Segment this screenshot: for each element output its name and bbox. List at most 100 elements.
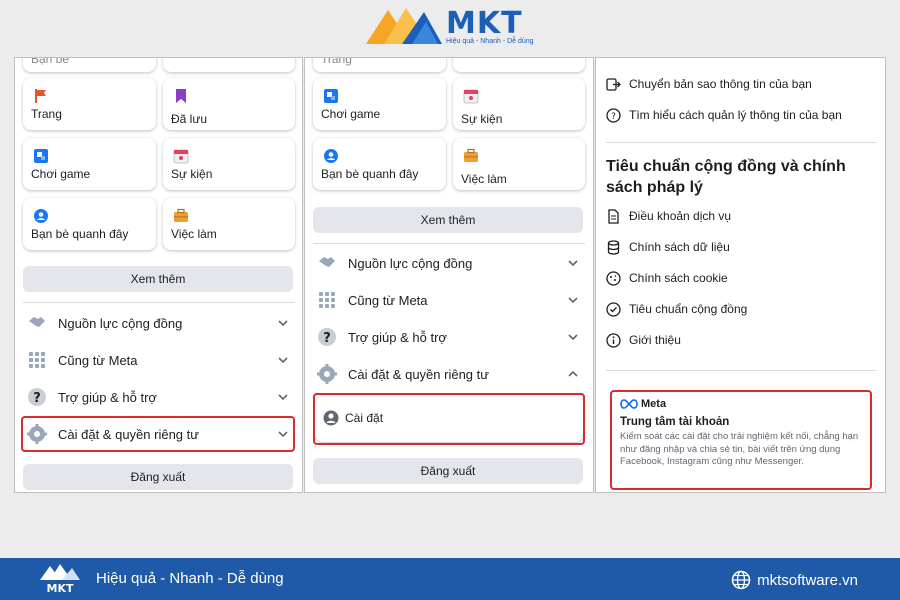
meta-logo-text: Meta bbox=[641, 398, 667, 410]
menu-also-from-meta[interactable]: Cũng từ Meta bbox=[317, 283, 585, 317]
svg-text:?: ? bbox=[611, 112, 616, 122]
card-label: Bạn bè quanh đây bbox=[321, 167, 419, 181]
item-learn-manage-info[interactable]: ? Tìm hiểu cách quản lý thông tin của bạ… bbox=[606, 104, 842, 126]
shortcut-card-events[interactable]: Sự kiện bbox=[453, 78, 585, 130]
meta-infinity-icon bbox=[620, 399, 638, 409]
question-icon: ? bbox=[606, 107, 621, 123]
menu-community-resources[interactable]: Nguồn lực cộng đồng bbox=[317, 246, 585, 280]
shortcut-card-gaming[interactable]: Chơi game bbox=[23, 138, 156, 190]
menu-label: Trợ giúp & hỗ trợ bbox=[58, 389, 157, 405]
card-label: Bạn bè bbox=[31, 57, 70, 66]
menu-help-support[interactable]: ? Trợ giúp & hỗ trợ bbox=[317, 320, 585, 354]
chevron-down-icon bbox=[568, 297, 578, 304]
game-icon bbox=[34, 149, 48, 163]
chevron-up-icon bbox=[568, 370, 578, 377]
check-circle-icon bbox=[606, 301, 621, 317]
accounts-center-description: Kiểm soát các cài đặt cho trải nghiệm kế… bbox=[620, 431, 859, 467]
menu-label: Cài đặt & quyền riêng tư bbox=[348, 366, 489, 382]
item-label: Tìm hiểu cách quản lý thông tin của bạn bbox=[629, 108, 842, 122]
menu-also-from-meta[interactable]: Cũng từ Meta bbox=[27, 343, 295, 377]
calendar-icon bbox=[173, 149, 189, 164]
card-label: Sự kiện bbox=[461, 112, 503, 126]
highlight-settings-item bbox=[313, 393, 585, 445]
accounts-center-title: Trung tâm tài khoản bbox=[620, 416, 730, 428]
brand-sub: Hiệu quả - Nhanh - Dễ dùng bbox=[446, 38, 534, 45]
chevron-down-icon bbox=[568, 334, 578, 341]
grid-icon bbox=[317, 290, 337, 310]
menu-label: Cũng từ Meta bbox=[348, 292, 428, 308]
footer-website-text: mktsoftware.vn bbox=[757, 571, 858, 589]
bookmark-icon bbox=[176, 89, 186, 103]
card-label: Việc làm bbox=[461, 172, 507, 186]
mkt-logo-mark-icon bbox=[366, 8, 442, 44]
game-icon bbox=[324, 89, 338, 103]
menu-label: Cũng từ Meta bbox=[58, 352, 138, 368]
shortcut-card-saved[interactable]: Đã lưu bbox=[163, 78, 295, 130]
item-data-policy[interactable]: Chính sách dữ liệu bbox=[606, 236, 730, 258]
chevron-down-icon bbox=[568, 260, 578, 267]
logout-button[interactable]: Đăng xuất bbox=[23, 464, 293, 490]
menu-label: Trợ giúp & hỗ trợ bbox=[348, 329, 447, 345]
highlight-settings-privacy bbox=[21, 416, 295, 452]
card-label: Trang bbox=[31, 107, 62, 121]
logout-button[interactable]: Đăng xuất bbox=[313, 458, 583, 484]
item-transfer-info[interactable]: Chuyển bản sao thông tin của bạn bbox=[606, 73, 812, 95]
see-more-button[interactable]: Xem thêm bbox=[23, 266, 293, 292]
globe-icon bbox=[731, 570, 751, 590]
svg-text:?: ? bbox=[33, 391, 41, 406]
shortcut-card-pages-partial[interactable]: Trang bbox=[313, 57, 446, 72]
brand-name: MKT bbox=[446, 6, 523, 41]
gear-icon bbox=[317, 364, 337, 384]
card-top-partial[interactable]: Bạn bè bbox=[23, 57, 156, 72]
footer-bar: MKT Hiệu quả - Nhanh - Dễ dùng mktsoftwa… bbox=[0, 558, 900, 600]
panel-menu-expanded: Trang Chơi game Sự kiện Bạn bè quanh đây… bbox=[304, 57, 594, 493]
mkt-footer-logo-icon: MKT bbox=[40, 564, 80, 595]
shortcut-card-nearby-friends[interactable]: Bạn bè quanh đây bbox=[313, 138, 446, 190]
shortcut-card-events[interactable]: Sự kiện bbox=[163, 138, 295, 190]
card-top-partial-2[interactable] bbox=[453, 58, 585, 72]
item-cookie-policy[interactable]: Chính sách cookie bbox=[606, 267, 728, 289]
calendar-icon bbox=[463, 89, 479, 104]
card-label: Chơi game bbox=[321, 107, 381, 121]
shortcut-card-nearby-friends[interactable]: Bạn bè quanh đây bbox=[23, 198, 156, 250]
menu-community-resources[interactable]: Nguồn lực cộng đồng bbox=[27, 306, 295, 340]
see-more-button[interactable]: Xem thêm bbox=[313, 207, 583, 233]
handshake-icon bbox=[317, 253, 337, 273]
location-icon bbox=[324, 149, 338, 163]
footer-logo-text: MKT bbox=[47, 582, 74, 595]
shortcut-card-pages[interactable]: Trang bbox=[23, 78, 156, 130]
item-label: Chính sách cookie bbox=[629, 271, 728, 285]
document-icon bbox=[606, 208, 621, 224]
briefcase-icon bbox=[174, 208, 188, 222]
item-terms-of-service[interactable]: Điều khoản dịch vụ bbox=[606, 205, 731, 227]
mkt-logo: MKT Hiệu quả - Nhanh - Dễ dùng bbox=[362, 4, 562, 50]
shortcut-card-gaming[interactable]: Chơi game bbox=[313, 78, 446, 130]
chevron-down-icon bbox=[278, 320, 288, 327]
item-about[interactable]: Giới thiệu bbox=[606, 329, 681, 351]
item-label: Tiêu chuẩn cộng đồng bbox=[629, 302, 748, 316]
briefcase-icon bbox=[464, 148, 478, 162]
card-label: Việc làm bbox=[171, 227, 217, 241]
handshake-icon bbox=[27, 313, 47, 333]
svg-text:?: ? bbox=[323, 331, 331, 346]
menu-settings-privacy[interactable]: Cài đặt & quyền riêng tư bbox=[317, 357, 585, 391]
item-community-standards[interactable]: Tiêu chuẩn cộng đồng bbox=[606, 298, 747, 320]
panel-settings-page: Chuyển bản sao thông tin của bạn ? Tìm h… bbox=[595, 57, 886, 493]
section-title: Tiêu chuẩn cộng đồng và chính sách pháp … bbox=[606, 158, 846, 196]
shortcut-card-jobs[interactable]: Việc làm bbox=[163, 198, 295, 250]
card-label: Sự kiện bbox=[171, 167, 213, 181]
card-label: Đã lưu bbox=[171, 112, 208, 126]
chevron-down-icon bbox=[278, 357, 288, 364]
footer-website-link[interactable]: mktsoftware.vn bbox=[731, 570, 858, 590]
help-icon: ? bbox=[27, 387, 47, 407]
flag-icon bbox=[35, 89, 46, 103]
menu-help-support[interactable]: ? Trợ giúp & hỗ trợ bbox=[27, 380, 295, 414]
card-top-partial-2[interactable] bbox=[163, 58, 295, 72]
shortcut-card-jobs[interactable]: Việc làm bbox=[453, 138, 585, 190]
item-label: Giới thiệu bbox=[629, 333, 681, 347]
footer-logo: MKT bbox=[38, 562, 82, 596]
footer-tagline: Hiệu quả - Nhanh - Dễ dùng bbox=[96, 570, 284, 587]
accounts-center-card[interactable]: Meta Trung tâm tài khoản Kiểm soát các c… bbox=[610, 390, 872, 490]
help-icon: ? bbox=[317, 327, 337, 347]
card-label: Trang bbox=[321, 57, 352, 66]
